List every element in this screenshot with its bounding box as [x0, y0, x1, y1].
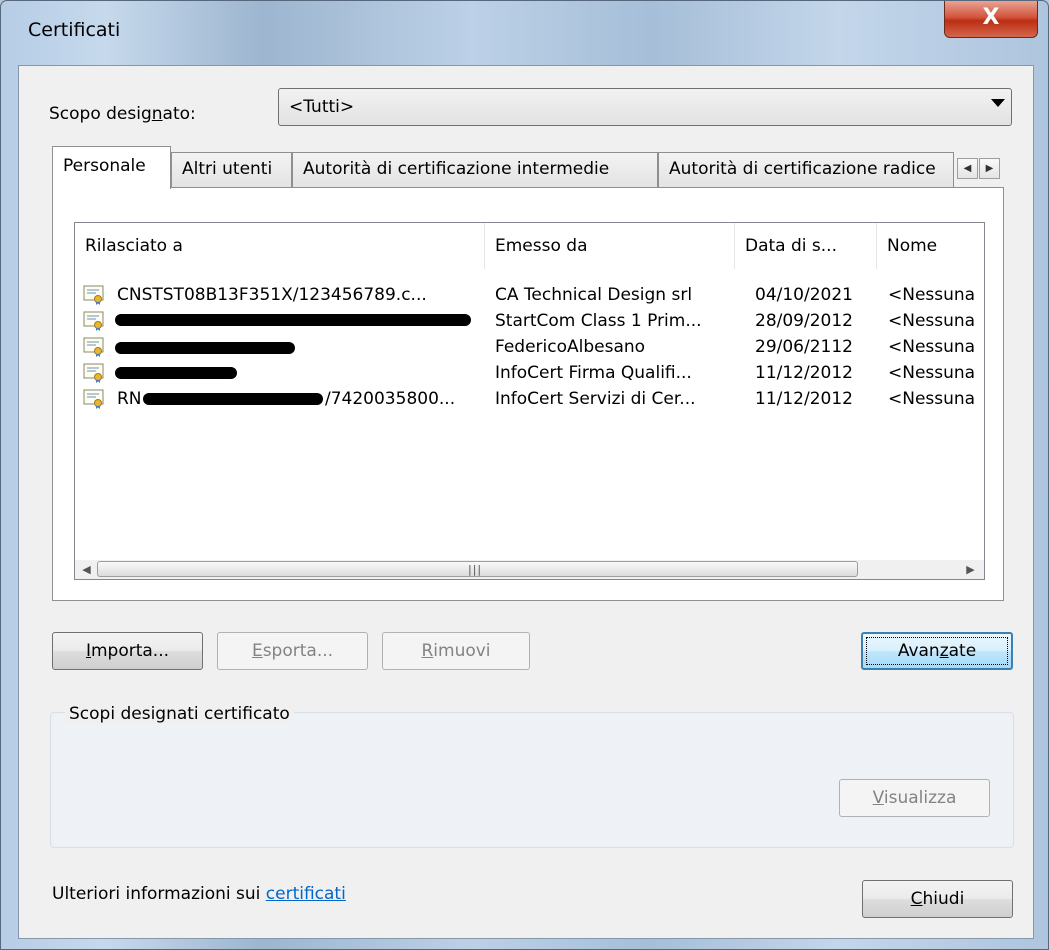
redaction-mark	[115, 314, 471, 326]
friendly-name-cell: <Nessuna	[888, 389, 976, 409]
table-row[interactable]: StartCom Class 1 Prim... 28/09/2012 <Nes…	[75, 308, 984, 334]
tab-panel-personale: Rilasciato a Emesso da Data di s... Nome…	[52, 187, 1004, 601]
expiry-date-cell: 04/10/2021	[755, 285, 853, 305]
expiry-date-cell: 29/06/2112	[755, 337, 853, 357]
issued-by-cell: FedericoAlbesano	[495, 337, 646, 357]
certificates-window: Certificati X Scopo designato: <Tutti> P…	[0, 0, 1049, 950]
certificate-icon	[83, 311, 104, 331]
export-button[interactable]: Esporta...	[217, 632, 368, 670]
certificate-icon	[83, 363, 104, 383]
certificate-icon	[83, 285, 104, 305]
redaction-mark	[115, 342, 295, 354]
certificate-icon	[83, 337, 104, 357]
close-button[interactable]: Chiudi	[862, 880, 1013, 918]
import-button[interactable]: Importa...	[52, 632, 203, 670]
tab-scroll-right-icon[interactable]: ▶	[979, 158, 1000, 179]
column-header-expiry-date[interactable]: Data di s...	[735, 223, 877, 269]
scroll-right-icon[interactable]: ▶	[961, 560, 980, 579]
focus-rect	[866, 637, 1008, 665]
table-row[interactable]: FedericoAlbesano 29/06/2112 <Nessuna	[75, 334, 984, 360]
window-title: Certificati	[28, 19, 121, 41]
table-row[interactable]: RN /7420035800... InfoCert Servizi di Ce…	[75, 386, 984, 412]
column-header-issued-by[interactable]: Emesso da	[485, 223, 735, 269]
issued-by-cell: InfoCert Firma Qualifi...	[495, 363, 692, 383]
friendly-name-cell: <Nessuna	[888, 311, 976, 331]
friendly-name-cell: <Nessuna	[888, 337, 976, 357]
scope-label: Scopo designato:	[49, 104, 196, 124]
scope-dropdown-value: <Tutti>	[289, 97, 355, 117]
friendly-name-cell: <Nessuna	[888, 285, 976, 305]
redaction-mark	[115, 367, 237, 379]
column-header-issued-to[interactable]: Rilasciato a	[75, 223, 485, 269]
redaction-mark	[143, 393, 323, 405]
tab-personale[interactable]: Personale	[52, 146, 171, 189]
close-window-button[interactable]: X	[944, 1, 1038, 38]
scope-dropdown[interactable]: <Tutti>	[278, 88, 1012, 126]
column-header-friendly-name[interactable]: Nome	[877, 223, 984, 269]
view-button[interactable]: Visualizza	[839, 779, 990, 817]
issued-by-cell: CA Technical Design srl	[495, 285, 693, 305]
advanced-button[interactable]: Avanzate	[861, 632, 1013, 670]
friendly-name-cell: <Nessuna	[888, 363, 976, 383]
dialog-client-area: Scopo designato: <Tutti> Personale Altri…	[18, 65, 1034, 939]
more-info-text: Ulteriori informazioni sui certificati	[52, 884, 346, 904]
certificate-list[interactable]: Rilasciato a Emesso da Data di s... Nome…	[74, 222, 985, 580]
expiry-date-cell: 28/09/2012	[755, 311, 853, 331]
certificate-icon	[83, 389, 104, 409]
tab-scroll-left-icon[interactable]: ◀	[957, 158, 978, 179]
table-row[interactable]: CNSTST08B13F351X/123456789.c... CA Techn…	[75, 282, 984, 308]
remove-button[interactable]: Rimuovi	[382, 632, 530, 670]
expiry-date-cell: 11/12/2012	[755, 389, 853, 409]
issued-to-cell: CNSTST08B13F351X/123456789.c...	[117, 285, 427, 305]
tab-altri-utenti[interactable]: Altri utenti	[171, 152, 292, 187]
issued-by-cell: InfoCert Servizi di Cer...	[495, 389, 696, 409]
horizontal-scrollbar[interactable]: ◀ ||| ▶	[75, 560, 984, 579]
expiry-date-cell: 11/12/2012	[755, 363, 853, 383]
tab-intermediate-ca[interactable]: Autorità di certificazione intermedie	[292, 152, 658, 187]
tab-root-ca[interactable]: Autorità di certificazione radice	[658, 152, 954, 187]
scrollbar-thumb[interactable]: |||	[97, 561, 858, 577]
issued-to-suffix: /7420035800...	[325, 389, 456, 409]
chevron-down-icon	[991, 99, 1005, 107]
issued-by-cell: StartCom Class 1 Prim...	[495, 311, 702, 331]
grip-icon: |||	[468, 563, 483, 576]
table-row[interactable]: InfoCert Firma Qualifi... 11/12/2012 <Ne…	[75, 360, 984, 386]
certificate-purposes-label: Scopi designati certificato	[65, 704, 294, 724]
scroll-left-icon[interactable]: ◀	[77, 560, 96, 579]
certificates-link[interactable]: certificati	[266, 884, 346, 904]
